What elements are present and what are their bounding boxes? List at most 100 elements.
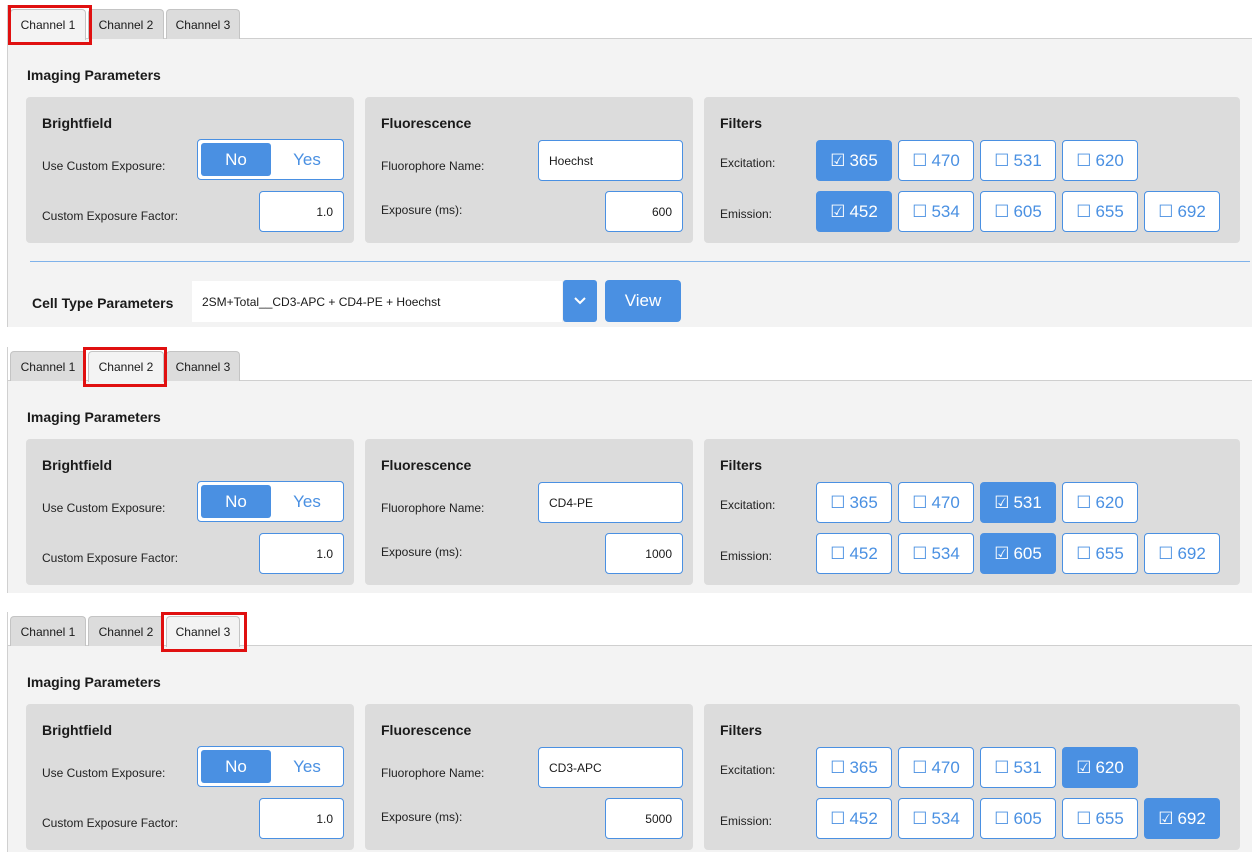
tab-channel-1[interactable]: Channel 1	[10, 9, 86, 40]
emission-filter-655[interactable]: ☐ 655	[1062, 533, 1138, 574]
custom-exposure-yes-button[interactable]: Yes	[272, 140, 342, 179]
filter-value: 534	[931, 808, 960, 828]
excitation-label: Excitation:	[720, 498, 776, 512]
filter-value: 655	[1095, 543, 1124, 563]
checkbox-checked-icon: ☑	[830, 201, 846, 221]
excitation-filter-620[interactable]: ☑ 620	[1062, 747, 1138, 788]
cell-type-parameters-label: Cell Type Parameters	[32, 295, 174, 311]
cell-type-dropdown-button[interactable]	[563, 280, 597, 322]
exposure-ms-input[interactable]	[605, 533, 683, 574]
emission-filter-605[interactable]: ☐ 605	[980, 798, 1056, 839]
emission-label: Emission:	[720, 549, 773, 563]
checkbox-unchecked-icon: ☐	[830, 492, 846, 512]
custom-exposure-factor-label: Custom Exposure Factor:	[42, 551, 179, 565]
excitation-filter-470[interactable]: ☐ 470	[898, 140, 974, 181]
tab-channel-3[interactable]: Channel 3	[166, 9, 240, 39]
custom-exposure-factor-label: Custom Exposure Factor:	[42, 816, 179, 830]
tab-channel-2[interactable]: Channel 2	[88, 616, 164, 646]
filter-value: 470	[931, 492, 960, 512]
checkbox-unchecked-icon: ☐	[912, 543, 928, 563]
excitation-filter-365[interactable]: ☐ 365	[816, 747, 892, 788]
custom-exposure-factor-input[interactable]	[259, 798, 344, 839]
filters-title: Filters	[720, 722, 763, 738]
custom-exposure-yes-button[interactable]: Yes	[272, 482, 342, 521]
checkbox-unchecked-icon: ☐	[912, 150, 928, 170]
filter-value: 620	[1095, 757, 1124, 777]
emission-filter-452[interactable]: ☐ 452	[816, 533, 892, 574]
emission-filter-452[interactable]: ☐ 452	[816, 798, 892, 839]
brightfield-title: Brightfield	[42, 457, 112, 473]
checkbox-checked-icon: ☑	[1158, 808, 1174, 828]
tab-channel-1[interactable]: Channel 1	[10, 616, 86, 646]
channel-panel: Channel 1 Channel 2 Channel 3 Imaging Pa…	[7, 612, 1252, 852]
filter-value: 620	[1095, 492, 1124, 512]
filters-title: Filters	[720, 457, 763, 473]
use-custom-exposure-label: Use Custom Exposure:	[42, 766, 166, 780]
excitation-filter-531[interactable]: ☑ 531	[980, 482, 1056, 523]
fluorophore-name-input[interactable]	[538, 482, 683, 523]
fluorescence-title: Fluorescence	[381, 457, 472, 473]
excitation-filter-531[interactable]: ☐ 531	[980, 747, 1056, 788]
filter-value: 452	[849, 543, 878, 563]
custom-exposure-toggle: No Yes	[197, 746, 344, 787]
emission-filter-605[interactable]: ☐ 605	[980, 191, 1056, 232]
custom-exposure-toggle: No Yes	[197, 481, 344, 522]
excitation-filter-620[interactable]: ☐ 620	[1062, 482, 1138, 523]
emission-filter-655[interactable]: ☐ 655	[1062, 191, 1138, 232]
emission-filter-452[interactable]: ☑ 452	[816, 191, 892, 232]
custom-exposure-yes-button[interactable]: Yes	[272, 747, 342, 786]
cell-type-select[interactable]: 2SM+Total__CD3-APC + CD4-PE + Hoechst	[192, 281, 562, 322]
tab-channel-2[interactable]: Channel 2	[88, 9, 164, 39]
section-title-imaging-parameters: Imaging Parameters	[27, 409, 161, 425]
checkbox-unchecked-icon: ☐	[912, 492, 928, 512]
custom-exposure-no-button[interactable]: No	[201, 143, 271, 176]
filter-value: 692	[1177, 201, 1206, 221]
emission-filter-605[interactable]: ☑ 605	[980, 533, 1056, 574]
excitation-filter-365[interactable]: ☐ 365	[816, 482, 892, 523]
fluorophore-name-label: Fluorophore Name:	[381, 766, 485, 780]
checkbox-unchecked-icon: ☐	[830, 808, 846, 828]
emission-filter-692[interactable]: ☐ 692	[1144, 533, 1220, 574]
checkbox-unchecked-icon: ☐	[1158, 543, 1174, 563]
emission-filter-655[interactable]: ☐ 655	[1062, 798, 1138, 839]
excitation-filter-470[interactable]: ☐ 470	[898, 482, 974, 523]
excitation-filter-365[interactable]: ☑ 365	[816, 140, 892, 181]
filter-value: 531	[1013, 150, 1042, 170]
checkbox-unchecked-icon: ☐	[912, 201, 928, 221]
emission-filter-692[interactable]: ☐ 692	[1144, 191, 1220, 232]
filter-value: 692	[1177, 808, 1206, 828]
exposure-ms-input[interactable]	[605, 798, 683, 839]
fluorophore-name-input[interactable]	[538, 747, 683, 788]
fluorophore-name-input[interactable]	[538, 140, 683, 181]
tab-channel-3[interactable]: Channel 3	[166, 351, 240, 381]
emission-filter-534[interactable]: ☐ 534	[898, 191, 974, 232]
tab-channel-2[interactable]: Channel 2	[88, 351, 164, 382]
emission-filter-534[interactable]: ☐ 534	[898, 798, 974, 839]
emission-filter-534[interactable]: ☐ 534	[898, 533, 974, 574]
emission-filter-692[interactable]: ☑ 692	[1144, 798, 1220, 839]
tab-channel-1[interactable]: Channel 1	[10, 351, 86, 381]
channel-panel: Channel 1 Channel 2 Channel 3 Imaging Pa…	[7, 347, 1252, 593]
custom-exposure-no-button[interactable]: No	[201, 750, 271, 783]
excitation-filter-531[interactable]: ☐ 531	[980, 140, 1056, 181]
view-button[interactable]: View	[605, 280, 681, 322]
filters-group: Filters Excitation: Emission: ☐ 365 ☐ 470 ☐ 5…	[704, 704, 1240, 850]
tab-bar: Channel 1 Channel 2 Channel 3	[8, 5, 1252, 40]
exposure-ms-input[interactable]	[605, 191, 683, 232]
custom-exposure-no-button[interactable]: No	[201, 485, 271, 518]
checkbox-unchecked-icon: ☐	[830, 543, 846, 563]
custom-exposure-factor-input[interactable]	[259, 191, 344, 232]
emission-label: Emission:	[720, 814, 773, 828]
fluorescence-group: Fluorescence Fluorophore Name: Exposure …	[365, 97, 693, 243]
custom-exposure-factor-input[interactable]	[259, 533, 344, 574]
fluorescence-group: Fluorescence Fluorophore Name: Exposure …	[365, 704, 693, 850]
checkbox-unchecked-icon: ☐	[1076, 150, 1092, 170]
tab-channel-3[interactable]: Channel 3	[166, 616, 240, 647]
filter-value: 531	[1013, 492, 1042, 512]
checkbox-unchecked-icon: ☐	[1076, 808, 1092, 828]
tab-bar: Channel 1 Channel 2 Channel 3	[8, 612, 1252, 647]
checkbox-unchecked-icon: ☐	[1158, 201, 1174, 221]
excitation-filter-470[interactable]: ☐ 470	[898, 747, 974, 788]
excitation-filter-620[interactable]: ☐ 620	[1062, 140, 1138, 181]
checkbox-unchecked-icon: ☐	[1076, 201, 1092, 221]
